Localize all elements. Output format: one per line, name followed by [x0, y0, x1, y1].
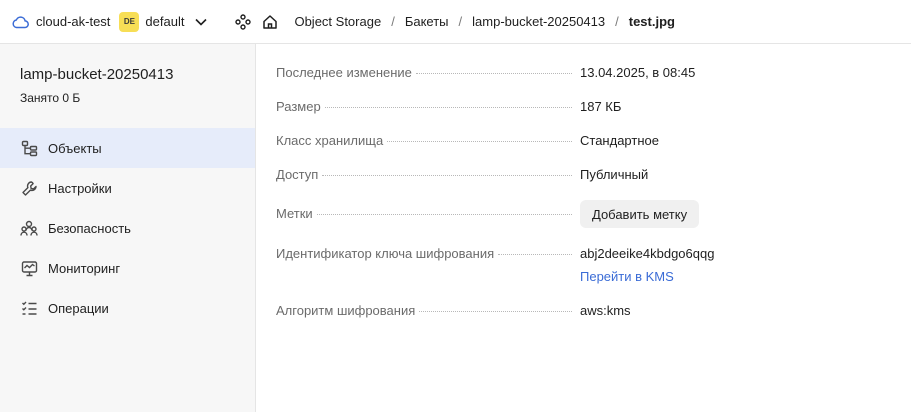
list-icon — [20, 299, 38, 317]
folder-name: default — [145, 14, 185, 29]
sidebar-item-security[interactable]: Безопасность — [0, 208, 255, 248]
cloud-selector[interactable]: cloud-ak-test DE default — [12, 11, 208, 32]
add-tag-button[interactable]: Добавить метку — [580, 200, 700, 228]
sidebar-item-label: Безопасность — [48, 220, 131, 236]
folder-badge: DE — [119, 11, 140, 32]
home-icon[interactable] — [261, 13, 279, 31]
users-icon — [20, 219, 38, 237]
breadcrumb-current-object: test.jpg — [628, 14, 675, 29]
services-icon[interactable] — [234, 13, 252, 31]
detail-label: Класс хранилища — [276, 133, 384, 148]
sidebar-item-label: Мониторинг — [48, 260, 121, 276]
detail-label: Метки — [276, 206, 313, 221]
detail-label: Доступ — [276, 167, 319, 182]
breadcrumb: Object Storage / Бакеты / lamp-bucket-20… — [294, 14, 675, 29]
breadcrumb-separator: / — [615, 14, 619, 29]
detail-value-encryption-algorithm: aws:kms — [580, 303, 631, 318]
sidebar-item-settings[interactable]: Настройки — [0, 168, 255, 208]
sidebar-item-label: Настройки — [48, 180, 112, 196]
top-header: cloud-ak-test DE default Object Storage … — [0, 0, 911, 44]
objects-icon — [20, 139, 38, 157]
sidebar-item-objects[interactable]: Объекты — [0, 128, 255, 168]
bucket-usage: Занято 0 Б — [20, 91, 81, 105]
breadcrumb-separator: / — [458, 14, 463, 29]
detail-value-storage-class: Стандартное — [580, 133, 659, 148]
detail-label: Последнее изменение — [276, 65, 412, 80]
sidebar-item-monitoring[interactable]: Мониторинг — [0, 248, 255, 288]
cloud-icon — [12, 15, 29, 29]
breadcrumb-separator: / — [391, 14, 395, 29]
breadcrumb-buckets[interactable]: Бакеты — [405, 14, 449, 29]
monitor-icon — [20, 259, 38, 277]
sidebar-nav: Объекты Настройки Безопасность Мониторин… — [0, 128, 255, 328]
sidebar-item-label: Операции — [48, 300, 109, 316]
wrench-icon — [20, 179, 38, 197]
detail-value-access: Публичный — [580, 167, 649, 182]
detail-value-size: 187 КБ — [580, 99, 622, 114]
sidebar-item-label: Объекты — [48, 140, 102, 156]
detail-label: Алгоритм шифрования — [276, 303, 416, 318]
sidebar: lamp-bucket-20250413 Занято 0 Б Объекты … — [0, 44, 256, 412]
detail-value-modified: 13.04.2025, в 08:45 — [580, 65, 696, 80]
sidebar-item-operations[interactable]: Операции — [0, 288, 255, 328]
bucket-title: lamp-bucket-20250413 — [20, 66, 174, 83]
breadcrumb-object-storage[interactable]: Object Storage — [294, 14, 381, 29]
cloud-name: cloud-ak-test — [36, 14, 111, 29]
detail-label: Идентификатор ключа шифрования — [276, 246, 495, 261]
go-to-kms-link[interactable]: Перейти в KMS — [580, 269, 674, 284]
detail-value-encryption-key: abj2deeike4kbdgo6qqg — [580, 246, 715, 261]
breadcrumb-bucket[interactable]: lamp-bucket-20250413 — [472, 14, 605, 29]
detail-label: Размер — [276, 99, 321, 114]
chevron-down-icon[interactable] — [194, 15, 208, 29]
